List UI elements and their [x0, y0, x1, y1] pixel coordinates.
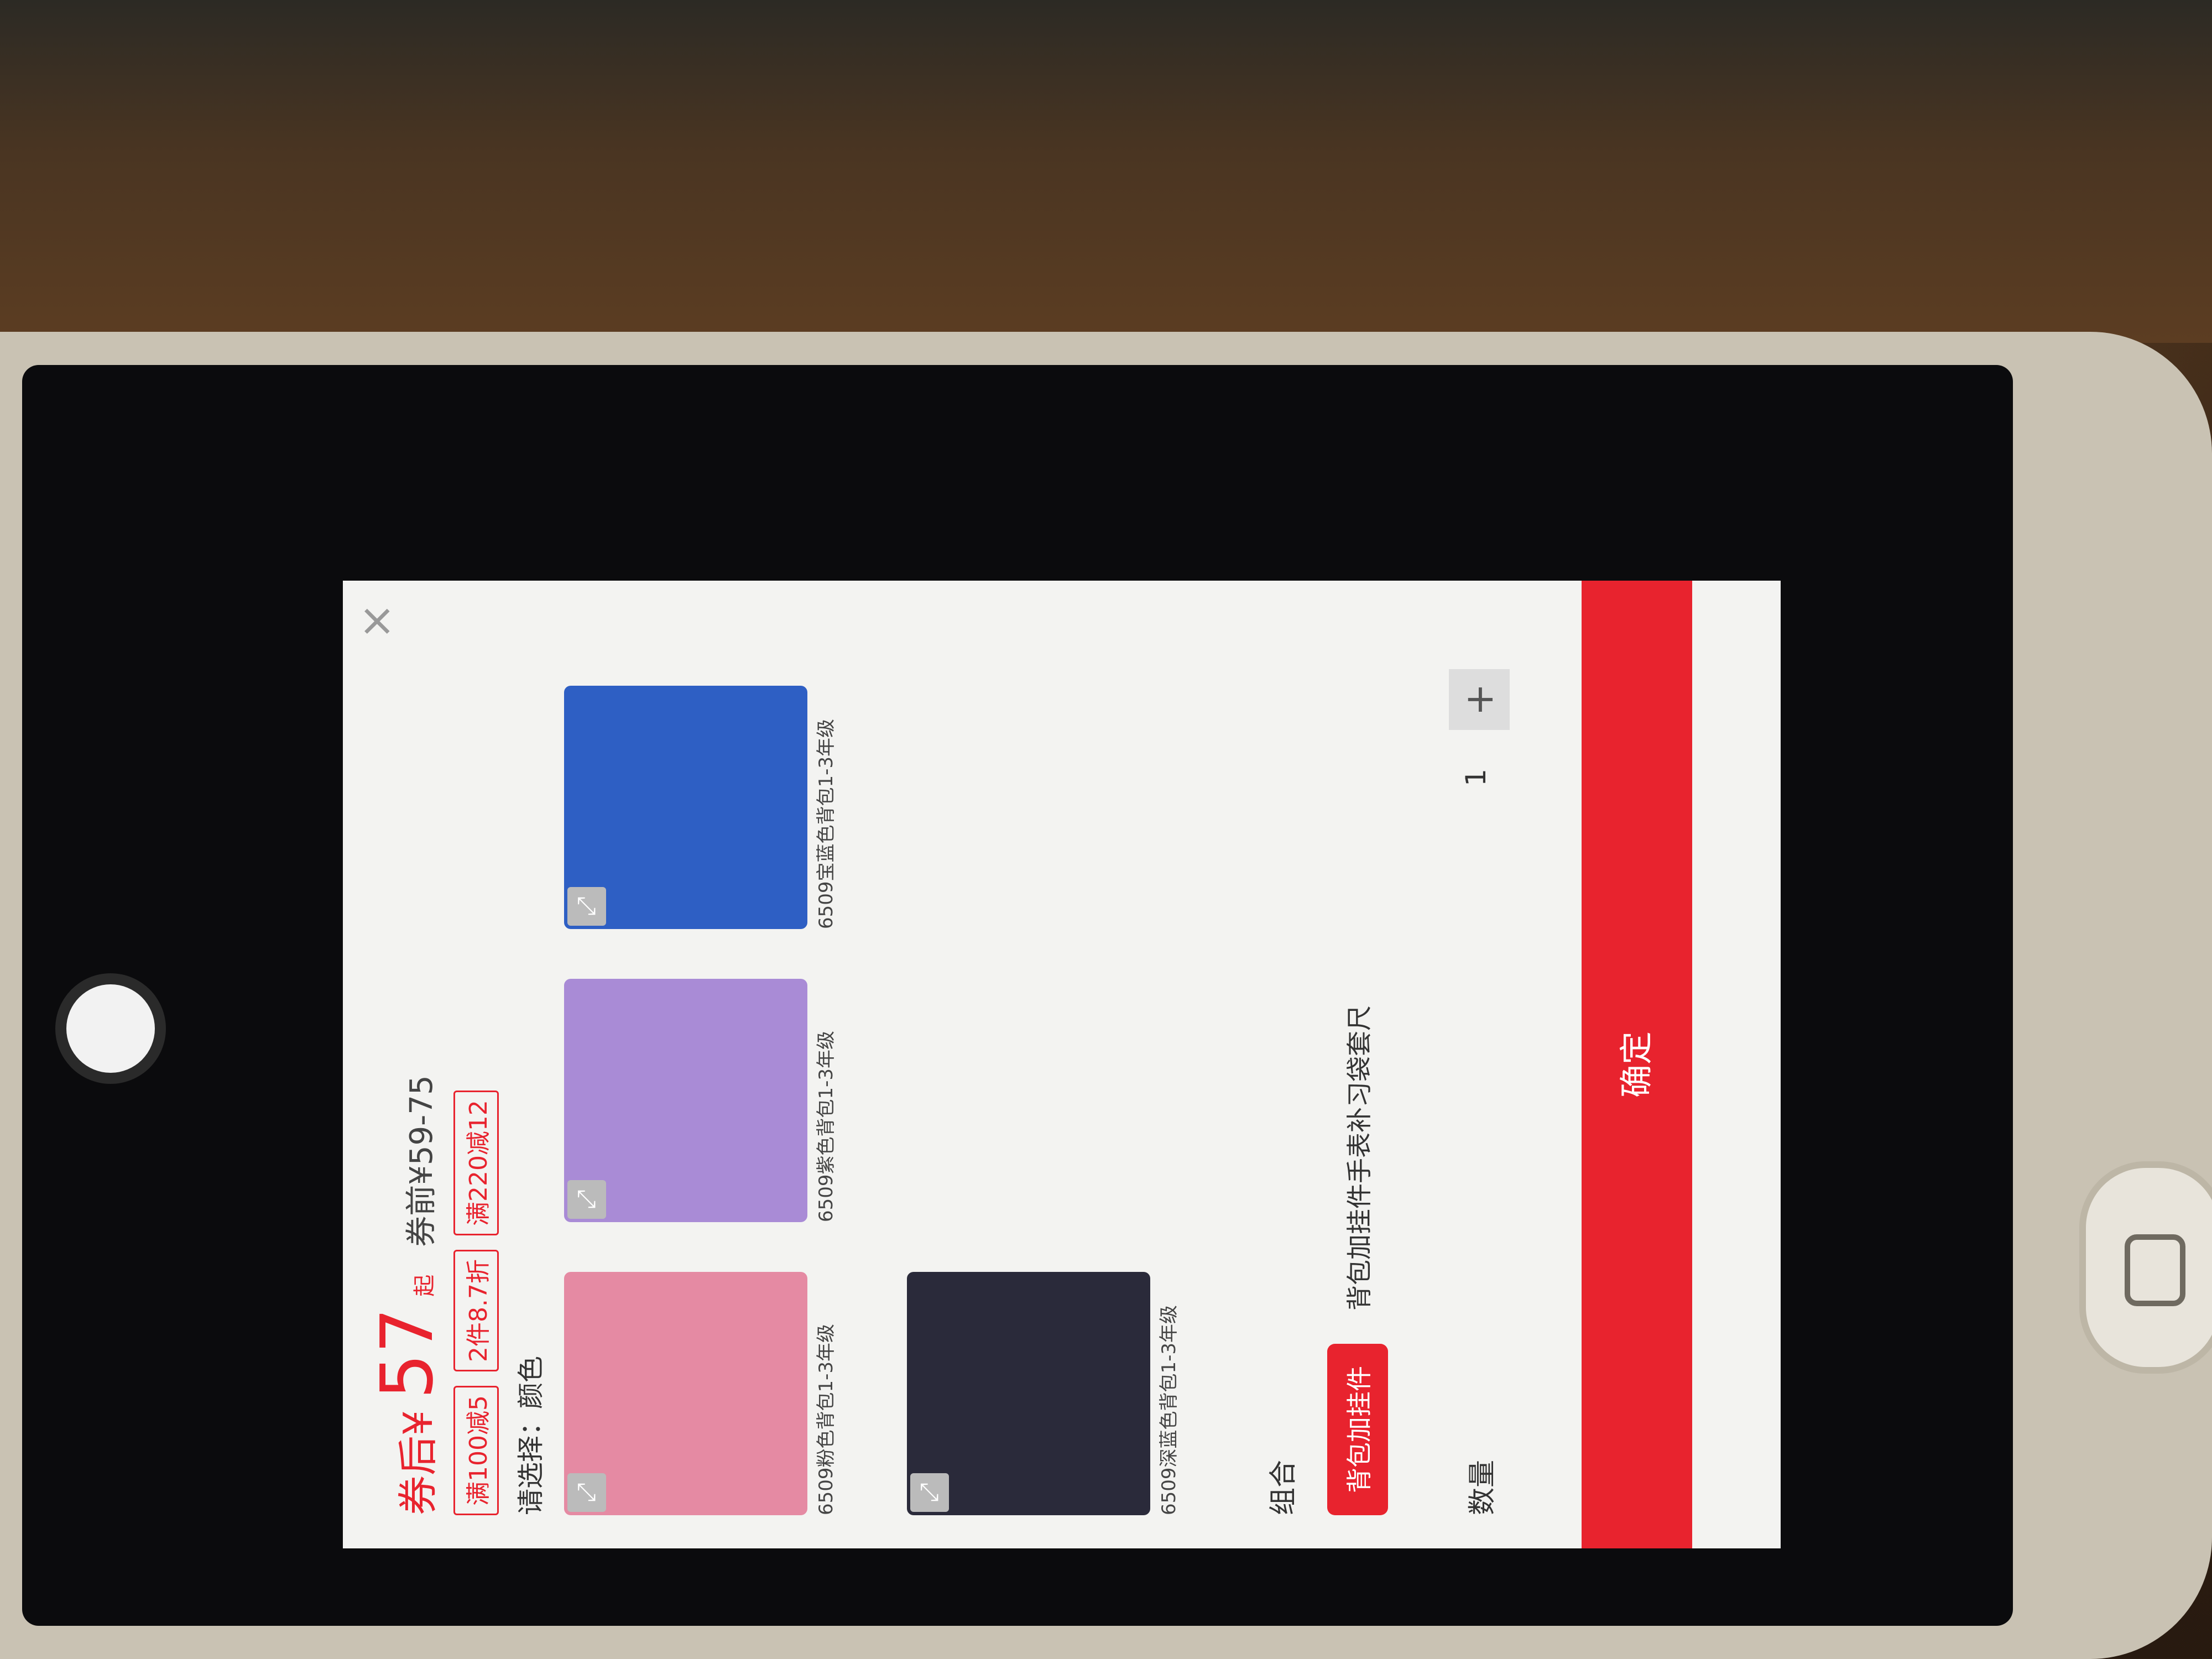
price-suffix: 起: [412, 1274, 437, 1297]
confirm-button[interactable]: 确定: [1582, 581, 1692, 1548]
zoom-icon[interactable]: ⤢: [567, 887, 606, 926]
table-background: [0, 0, 2212, 343]
price-original: 券前¥59-75: [404, 1075, 440, 1247]
zoom-icon[interactable]: ⤢: [910, 1473, 949, 1512]
promo-tags: 满100减5 2件8.7折 满220减12: [453, 1091, 499, 1515]
combo-label: 组合: [1267, 1460, 1299, 1515]
product-thumb: ⤢: [564, 979, 807, 1222]
price-row: 券后¥ 57 起 券前¥59-75: [365, 1075, 449, 1515]
quantity-label: 数量: [1466, 1460, 1498, 1515]
promo-tag: 满100减5: [453, 1386, 499, 1515]
price-prefix: 券后¥: [395, 1410, 441, 1515]
combo-options: 背包加挂件 背包加挂件手表补习袋套尺: [1327, 1005, 1388, 1515]
zoom-icon[interactable]: ⤢: [567, 1180, 606, 1219]
home-square-icon: [2125, 1234, 2185, 1306]
promo-tag: 满220减12: [453, 1091, 499, 1236]
quantity-row: 数量 1 +: [1449, 603, 1515, 1515]
select-color-label: 请选择：颜色: [515, 1355, 546, 1515]
product-name: 6509粉色背包1-3年级: [815, 1323, 837, 1515]
home-button[interactable]: [2079, 1161, 2212, 1374]
product-option-royal-blue[interactable]: ⤢ 6509宝蓝色背包1-3年级: [564, 669, 838, 929]
promo-tag: 2件8.7折: [453, 1250, 499, 1372]
product-name: 6509宝蓝色背包1-3年级: [815, 718, 837, 929]
quantity-plus-button[interactable]: +: [1449, 669, 1510, 730]
quantity-value[interactable]: 1: [1460, 769, 1492, 786]
product-thumb: ⤢: [564, 686, 807, 929]
product-option-navy[interactable]: ⤢ 6509深蓝色背包1-3年级: [907, 1255, 1181, 1515]
product-name: 6509紫色背包1-3年级: [815, 1030, 837, 1222]
product-name: 6509深蓝色背包1-3年级: [1158, 1305, 1180, 1515]
sku-selector-panel: × 券后¥ 57 起 券前¥59-75 满100减5 2件8.7折 满220减1…: [343, 581, 1781, 1548]
product-thumb: ⤢: [907, 1272, 1150, 1515]
combo-option[interactable]: 背包加挂件手表补习袋套尺: [1339, 1005, 1376, 1311]
product-option-purple[interactable]: ⤢ 6509紫色背包1-3年级: [564, 962, 838, 1222]
product-thumb: ⤢: [564, 1272, 807, 1515]
zoom-icon[interactable]: ⤢: [567, 1473, 606, 1512]
assistive-touch-button[interactable]: [55, 973, 166, 1084]
product-option-pink[interactable]: ⤢ 6509粉色背包1-3年级: [564, 1255, 838, 1515]
combo-option-selected[interactable]: 背包加挂件: [1327, 1344, 1388, 1515]
close-icon[interactable]: ×: [350, 603, 401, 640]
price-main: 57: [365, 1307, 449, 1400]
